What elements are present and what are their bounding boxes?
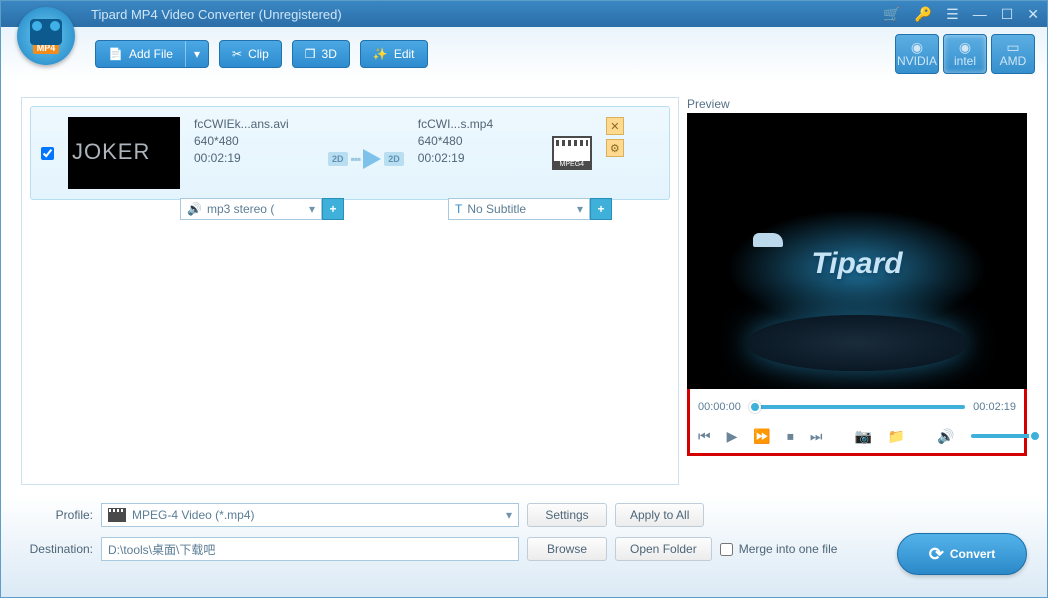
three-d-button[interactable]: ❒ 3D bbox=[292, 40, 350, 68]
file-checkbox[interactable] bbox=[41, 147, 54, 160]
subtitle-select-value: No Subtitle bbox=[467, 202, 526, 216]
chevron-down-icon: ▾ bbox=[309, 202, 315, 216]
window-title: Tipard MP4 Video Converter (Unregistered… bbox=[91, 7, 342, 22]
apply-to-all-button[interactable]: Apply to All bbox=[615, 503, 704, 527]
edit-button[interactable]: ✨ Edit bbox=[360, 40, 428, 68]
badge-2d-src: 2D bbox=[328, 152, 348, 166]
profile-label: Profile: bbox=[21, 508, 93, 522]
menu-icon[interactable]: ☰ bbox=[946, 6, 959, 23]
audio-select-value: mp3 stereo ( bbox=[207, 202, 274, 216]
dest-duration: 00:02:19 bbox=[418, 151, 538, 165]
dest-filename: fcCWI...s.mp4 bbox=[418, 117, 538, 131]
preview-controls-highlighted: 00:00:00 00:02:19 ⏮ ▶ ⏩ ⏹ ⏭ 📷 📁 🔊 bbox=[687, 386, 1027, 456]
profile-value: MPEG-4 Video (*.mp4) bbox=[132, 508, 255, 522]
prev-icon[interactable]: ⏮ bbox=[698, 428, 711, 445]
add-file-button[interactable]: 📄 Add File ▾ bbox=[95, 40, 209, 68]
volume-icon[interactable]: 🔊 bbox=[937, 428, 954, 445]
minimize-icon[interactable]: — bbox=[973, 6, 987, 22]
merge-text: Merge into one file bbox=[739, 542, 838, 556]
convert-label: Convert bbox=[950, 547, 995, 561]
gpu-amd-label: AMD bbox=[1000, 54, 1027, 68]
merge-checkbox[interactable] bbox=[720, 543, 733, 556]
settings-button[interactable]: Settings bbox=[527, 503, 607, 527]
convert-icon: ⟳ bbox=[929, 544, 944, 565]
nvidia-icon: ◉ bbox=[911, 40, 923, 54]
speaker-icon: 🔊 bbox=[187, 202, 202, 216]
add-file-icon: 📄 bbox=[108, 47, 123, 61]
chevron-down-icon: ▾ bbox=[506, 508, 512, 522]
gpu-intel-label: intel bbox=[954, 54, 976, 68]
merge-checkbox-label[interactable]: Merge into one file bbox=[720, 542, 838, 556]
time-total: 00:02:19 bbox=[973, 401, 1016, 413]
add-subtitle-button[interactable]: + bbox=[590, 198, 612, 220]
titlebar: Tipard MP4 Video Converter (Unregistered… bbox=[1, 1, 1047, 27]
remove-file-button[interactable]: ✕ bbox=[606, 117, 624, 135]
preview-label: Preview bbox=[687, 97, 1027, 111]
audio-select[interactable]: 🔊 mp3 stereo ( ▾ bbox=[180, 198, 322, 220]
chevron-down-icon: ▾ bbox=[577, 202, 583, 216]
subtitle-icon: T bbox=[455, 202, 462, 216]
app-logo: MP4 bbox=[17, 7, 81, 71]
file-settings-button[interactable]: ⚙ bbox=[606, 139, 624, 157]
gpu-nvidia[interactable]: ◉NVIDIA bbox=[895, 34, 939, 74]
format-icon: MPEG4 bbox=[552, 117, 592, 189]
clip-label: Clip bbox=[248, 47, 269, 61]
three-d-label: 3D bbox=[322, 47, 337, 61]
cart-icon[interactable]: 🛒 bbox=[883, 6, 900, 23]
thumbnail: JOKER bbox=[68, 117, 180, 189]
open-folder-button[interactable]: Open Folder bbox=[615, 537, 712, 561]
folder-icon[interactable]: 📁 bbox=[888, 428, 905, 445]
play-icon[interactable]: ▶ bbox=[727, 428, 738, 445]
file-list: JOKER fcCWIEk...ans.avi 640*480 00:02:19… bbox=[21, 97, 679, 485]
file-row[interactable]: JOKER fcCWIEk...ans.avi 640*480 00:02:19… bbox=[30, 106, 670, 200]
add-file-label: Add File bbox=[129, 47, 173, 61]
toolbar: 📄 Add File ▾ ✂ Clip ❒ 3D ✨ Edit ◉NVIDIA … bbox=[1, 27, 1047, 81]
seek-slider[interactable] bbox=[749, 405, 965, 409]
subtitle-select[interactable]: T No Subtitle ▾ bbox=[448, 198, 590, 220]
mpeg-label: MPEG4 bbox=[554, 161, 590, 168]
badge-2d-dst: 2D bbox=[384, 152, 404, 166]
three-d-icon: ❒ bbox=[305, 47, 316, 61]
source-duration: 00:02:19 bbox=[194, 151, 314, 165]
wand-icon: ✨ bbox=[373, 47, 388, 61]
close-icon[interactable]: ✕ bbox=[1027, 6, 1039, 23]
snapshot-icon[interactable]: 📷 bbox=[854, 428, 871, 445]
scissors-icon: ✂ bbox=[232, 47, 242, 61]
gpu-nvidia-label: NVIDIA bbox=[897, 54, 937, 68]
destination-label: Destination: bbox=[21, 542, 93, 556]
edit-label: Edit bbox=[394, 47, 415, 61]
gpu-intel[interactable]: ◉intel bbox=[943, 34, 987, 74]
add-audio-button[interactable]: + bbox=[322, 198, 344, 220]
clip-button[interactable]: ✂ Clip bbox=[219, 40, 282, 68]
browse-button[interactable]: Browse bbox=[527, 537, 607, 561]
source-filename: fcCWIEk...ans.avi bbox=[194, 117, 314, 131]
preview-logo-text: Tipard bbox=[811, 247, 902, 281]
intel-icon: ◉ bbox=[959, 40, 971, 54]
fast-forward-icon[interactable]: ⏩ bbox=[753, 428, 770, 445]
amd-icon: ▭ bbox=[1006, 40, 1019, 54]
profile-select[interactable]: MPEG-4 Video (*.mp4) ▾ bbox=[101, 503, 519, 527]
source-resolution: 640*480 bbox=[194, 134, 314, 148]
preview-video[interactable]: Tipard bbox=[687, 113, 1027, 389]
destination-input[interactable] bbox=[101, 537, 519, 561]
stop-icon[interactable]: ⏹ bbox=[787, 428, 794, 445]
time-current: 00:00:00 bbox=[698, 401, 741, 413]
key-icon[interactable]: 🔑 bbox=[915, 6, 932, 23]
maximize-icon[interactable]: ☐ bbox=[1001, 6, 1014, 23]
profile-format-icon bbox=[108, 508, 126, 522]
convert-button[interactable]: ⟳ Convert bbox=[897, 533, 1027, 575]
gpu-amd[interactable]: ▭AMD bbox=[991, 34, 1035, 74]
next-icon[interactable]: ⏭ bbox=[810, 428, 823, 445]
add-file-caret-icon[interactable]: ▾ bbox=[185, 41, 208, 67]
volume-slider[interactable] bbox=[971, 434, 1037, 438]
conversion-arrow: 2D ▪▪▪ 2D bbox=[328, 117, 404, 189]
dest-resolution: 640*480 bbox=[418, 134, 538, 148]
